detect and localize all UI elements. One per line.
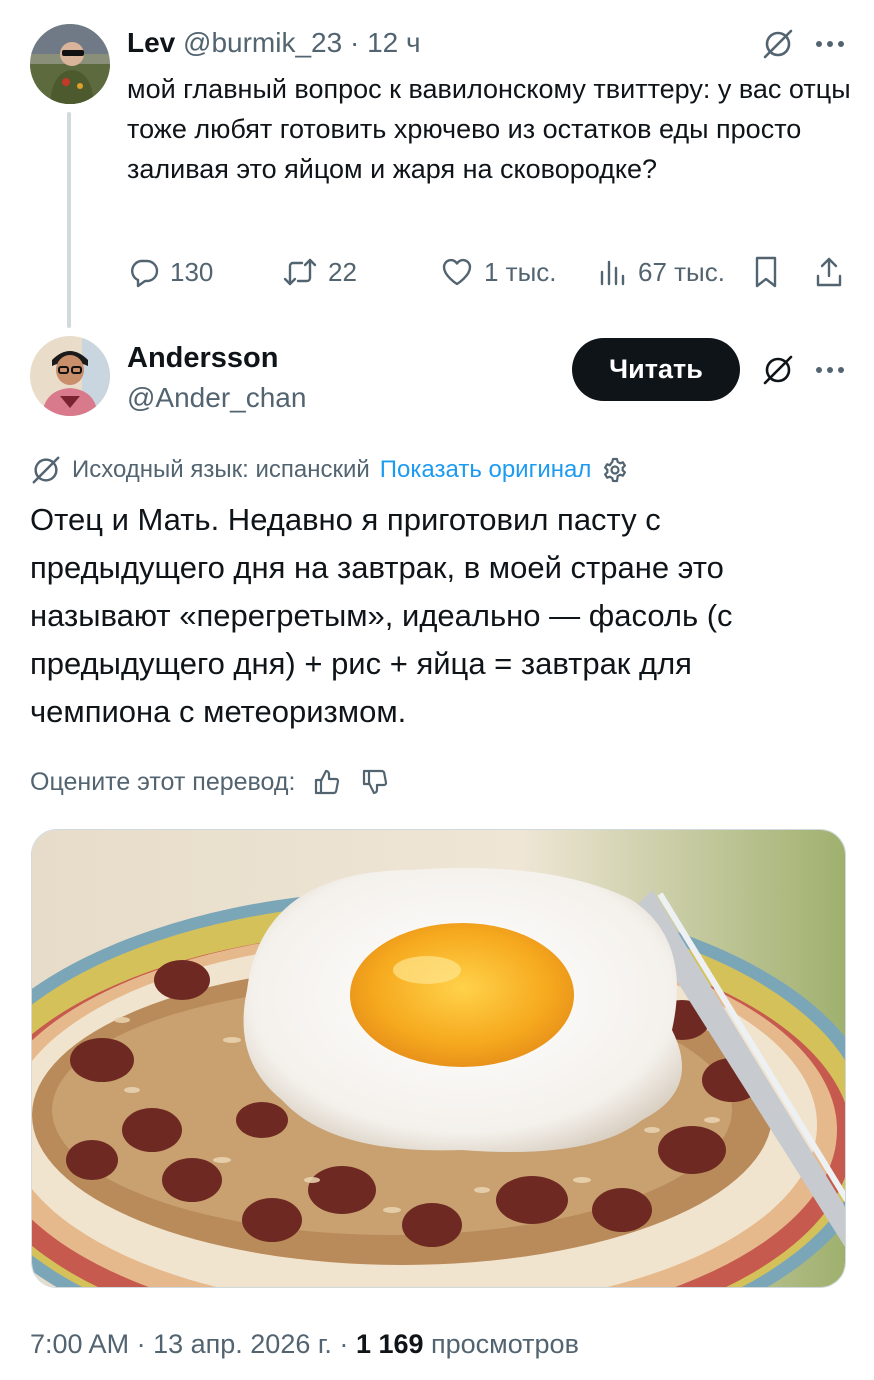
bookmark-icon (755, 256, 777, 288)
grok-icon[interactable] (758, 350, 798, 390)
tweet2-author-name[interactable]: Andersson (127, 340, 278, 376)
tweet1-author-name[interactable]: Lev (127, 27, 175, 58)
reply-icon (131, 259, 159, 288)
meta-separator-1: · (136, 1329, 146, 1359)
show-original-link[interactable]: Показать оригинал (380, 456, 592, 484)
thread-line (67, 112, 71, 328)
translate-icon (32, 456, 60, 484)
tweet1-separator: · (349, 27, 360, 58)
like-button[interactable]: 1 тыс. (440, 252, 557, 292)
tweet2-meta: 7:00 AM · 13 апр. 2026 г. · 1 169 просмо… (30, 1326, 579, 1362)
settings-icon[interactable] (601, 456, 629, 484)
meta-separator-2: · (339, 1329, 349, 1359)
translation-bar: Исходный язык: испанский Показать оригин… (30, 452, 629, 488)
tweet2-views-count: 1 169 (355, 1329, 424, 1359)
like-icon (442, 258, 472, 286)
tweet1-actions: 130 22 1 тыс. 67 тыс. (0, 252, 874, 292)
views-count: 67 тыс. (638, 256, 725, 287)
thumbs-down-icon[interactable] (361, 767, 391, 797)
reply-button[interactable]: 130 (128, 252, 213, 292)
thumbs-up-icon[interactable] (313, 767, 343, 797)
repost-count: 22 (328, 256, 357, 287)
tweet1-time[interactable]: 12 ч (367, 27, 421, 58)
share-button[interactable] (814, 252, 844, 292)
tweet2-text: Отец и Мать. Недавно я приготовил пасту … (30, 502, 733, 729)
like-count: 1 тыс. (484, 256, 557, 287)
tweet1-text: мой главный вопрос к вавилонскому твитте… (127, 74, 851, 184)
repost-button[interactable]: 22 (282, 252, 357, 292)
bookmark-button[interactable] (752, 252, 780, 292)
rate-translation-row: Оцените этот перевод: (30, 762, 391, 802)
repost-icon (283, 258, 317, 286)
grok-icon[interactable] (758, 24, 798, 64)
views-icon (600, 260, 625, 286)
tweet-photo[interactable] (31, 829, 846, 1288)
tweet2-date[interactable]: 13 апр. 2026 г. (153, 1329, 332, 1359)
tweet2-author-handle[interactable]: @Ander_chan (127, 380, 306, 416)
rate-translation-label: Оцените этот перевод: (30, 767, 296, 796)
avatar-lev[interactable] (30, 24, 110, 104)
more-icon[interactable] (810, 24, 850, 64)
follow-button[interactable]: Читать (572, 338, 740, 401)
tweet2-time[interactable]: 7:00 AM (30, 1329, 129, 1359)
tweet2-views-label: просмотров (431, 1329, 579, 1359)
tweet1-header: Lev @burmik_23 · 12 ч (127, 26, 421, 60)
more-icon[interactable] (810, 350, 850, 390)
avatar-andersson[interactable] (30, 336, 110, 416)
translation-source-language: Исходный язык: испанский (72, 456, 370, 483)
views-button[interactable]: 67 тыс. (598, 252, 725, 292)
reply-count: 130 (170, 256, 214, 287)
share-icon (816, 257, 842, 287)
tweet1-author-handle[interactable]: @burmik_23 (183, 27, 342, 58)
